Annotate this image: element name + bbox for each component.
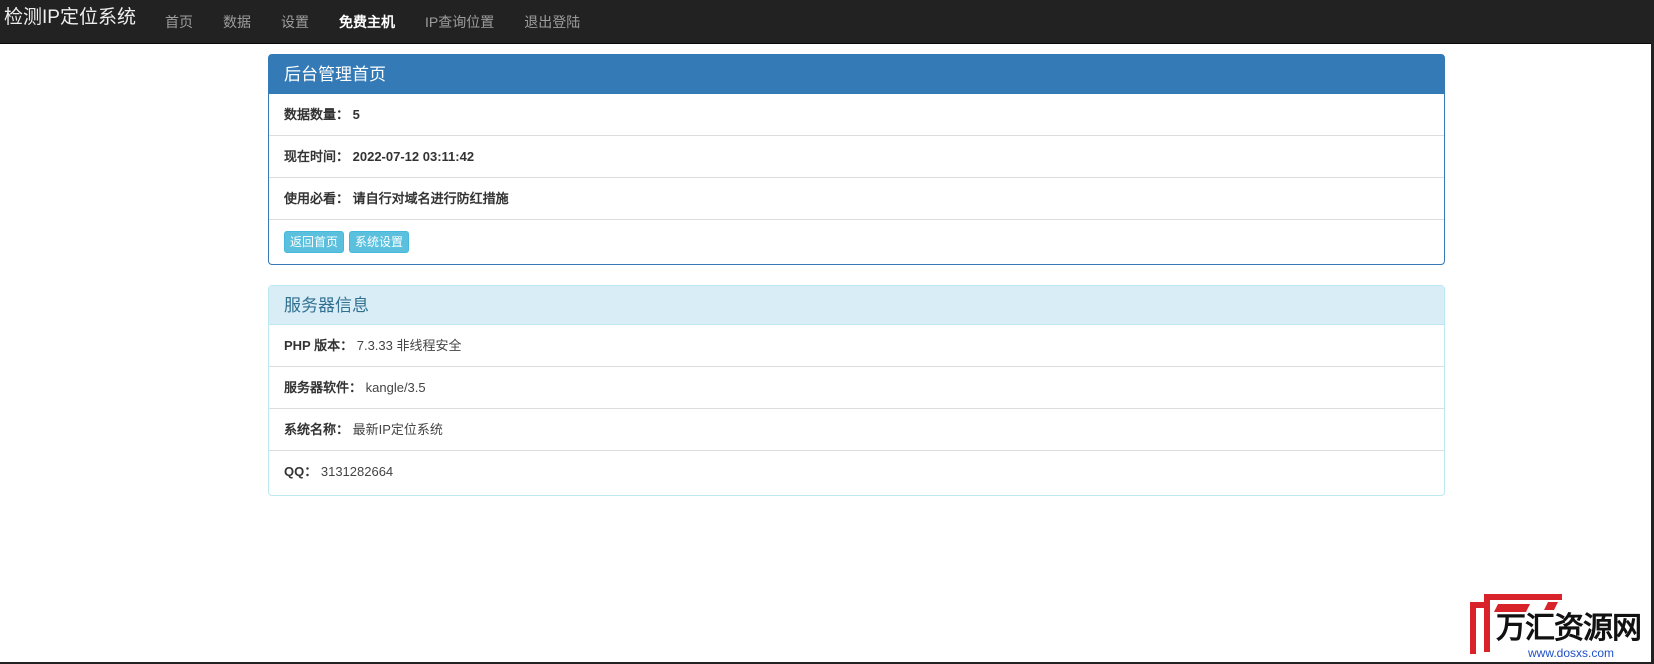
watermark-url: www.dosxs.com [1528, 646, 1615, 660]
server-software-row: 服务器软件： kangle/3.5 [269, 367, 1444, 409]
usage-notice-row: 使用必看： 请自行对域名进行防红措施 [269, 178, 1444, 220]
qq-value: 3131282664 [320, 464, 394, 479]
nav-item-settings[interactable]: 设置 [281, 12, 309, 32]
system-name-value: 最新IP定位系统 [352, 422, 443, 437]
qq-row: QQ： 3131282664 [269, 451, 1444, 493]
nav-item-free-host[interactable]: 免费主机 [339, 12, 395, 32]
nav-item-ip-lookup[interactable]: IP查询位置 [425, 12, 494, 32]
usage-notice-value: 请自行对域名进行防红措施 [352, 191, 509, 206]
server-software-label: 服务器软件： [284, 380, 363, 395]
system-name-row: 系统名称： 最新IP定位系统 [269, 409, 1444, 451]
system-name-label: 系统名称： [284, 422, 350, 437]
nav-item-data[interactable]: 数据 [223, 12, 251, 32]
admin-actions: 返回首页 系统设置 [269, 220, 1444, 263]
server-panel-title: 服务器信息 [269, 286, 1444, 325]
data-count-row: 数据数量： 5 [269, 94, 1444, 136]
system-settings-button[interactable]: 系统设置 [349, 230, 410, 253]
top-navbar: 检测IP定位系统 首页 数据 设置 免费主机 IP查询位置 退出登陆 [0, 0, 1654, 44]
current-time-label: 现在时间： [284, 149, 350, 164]
current-time-row: 现在时间： 2022-07-12 03:11:42 [269, 136, 1444, 178]
data-count-label: 数据数量： [284, 107, 350, 122]
admin-panel-title: 后台管理首页 [269, 55, 1444, 94]
current-time-value: 2022-07-12 03:11:42 [352, 149, 475, 164]
server-info-panel: 服务器信息 PHP 版本： 7.3.33 非线程安全 服务器软件： kangle… [268, 285, 1445, 496]
navbar-brand[interactable]: 检测IP定位系统 [4, 6, 136, 30]
nav-item-logout[interactable]: 退出登陆 [524, 12, 580, 32]
watermark-text: 万汇资源网 [1496, 612, 1642, 645]
watermark: 万汇资源网 www.dosxs.com [1462, 588, 1652, 662]
server-software-value: kangle/3.5 [365, 380, 426, 395]
php-version-row: PHP 版本： 7.3.33 非线程安全 [269, 325, 1444, 367]
admin-home-panel: 后台管理首页 数据数量： 5 现在时间： 2022-07-12 03:11:42… [268, 54, 1445, 265]
data-count-value: 5 [352, 107, 360, 122]
php-version-value: 7.3.33 非线程安全 [356, 338, 462, 353]
php-version-label: PHP 版本： [284, 338, 354, 353]
usage-notice-label: 使用必看： [284, 191, 350, 206]
nav-item-home[interactable]: 首页 [165, 12, 193, 32]
qq-label: QQ： [284, 464, 318, 479]
navbar-menu: 首页 数据 设置 免费主机 IP查询位置 退出登陆 [150, 0, 595, 44]
back-home-button[interactable]: 返回首页 [284, 230, 345, 253]
